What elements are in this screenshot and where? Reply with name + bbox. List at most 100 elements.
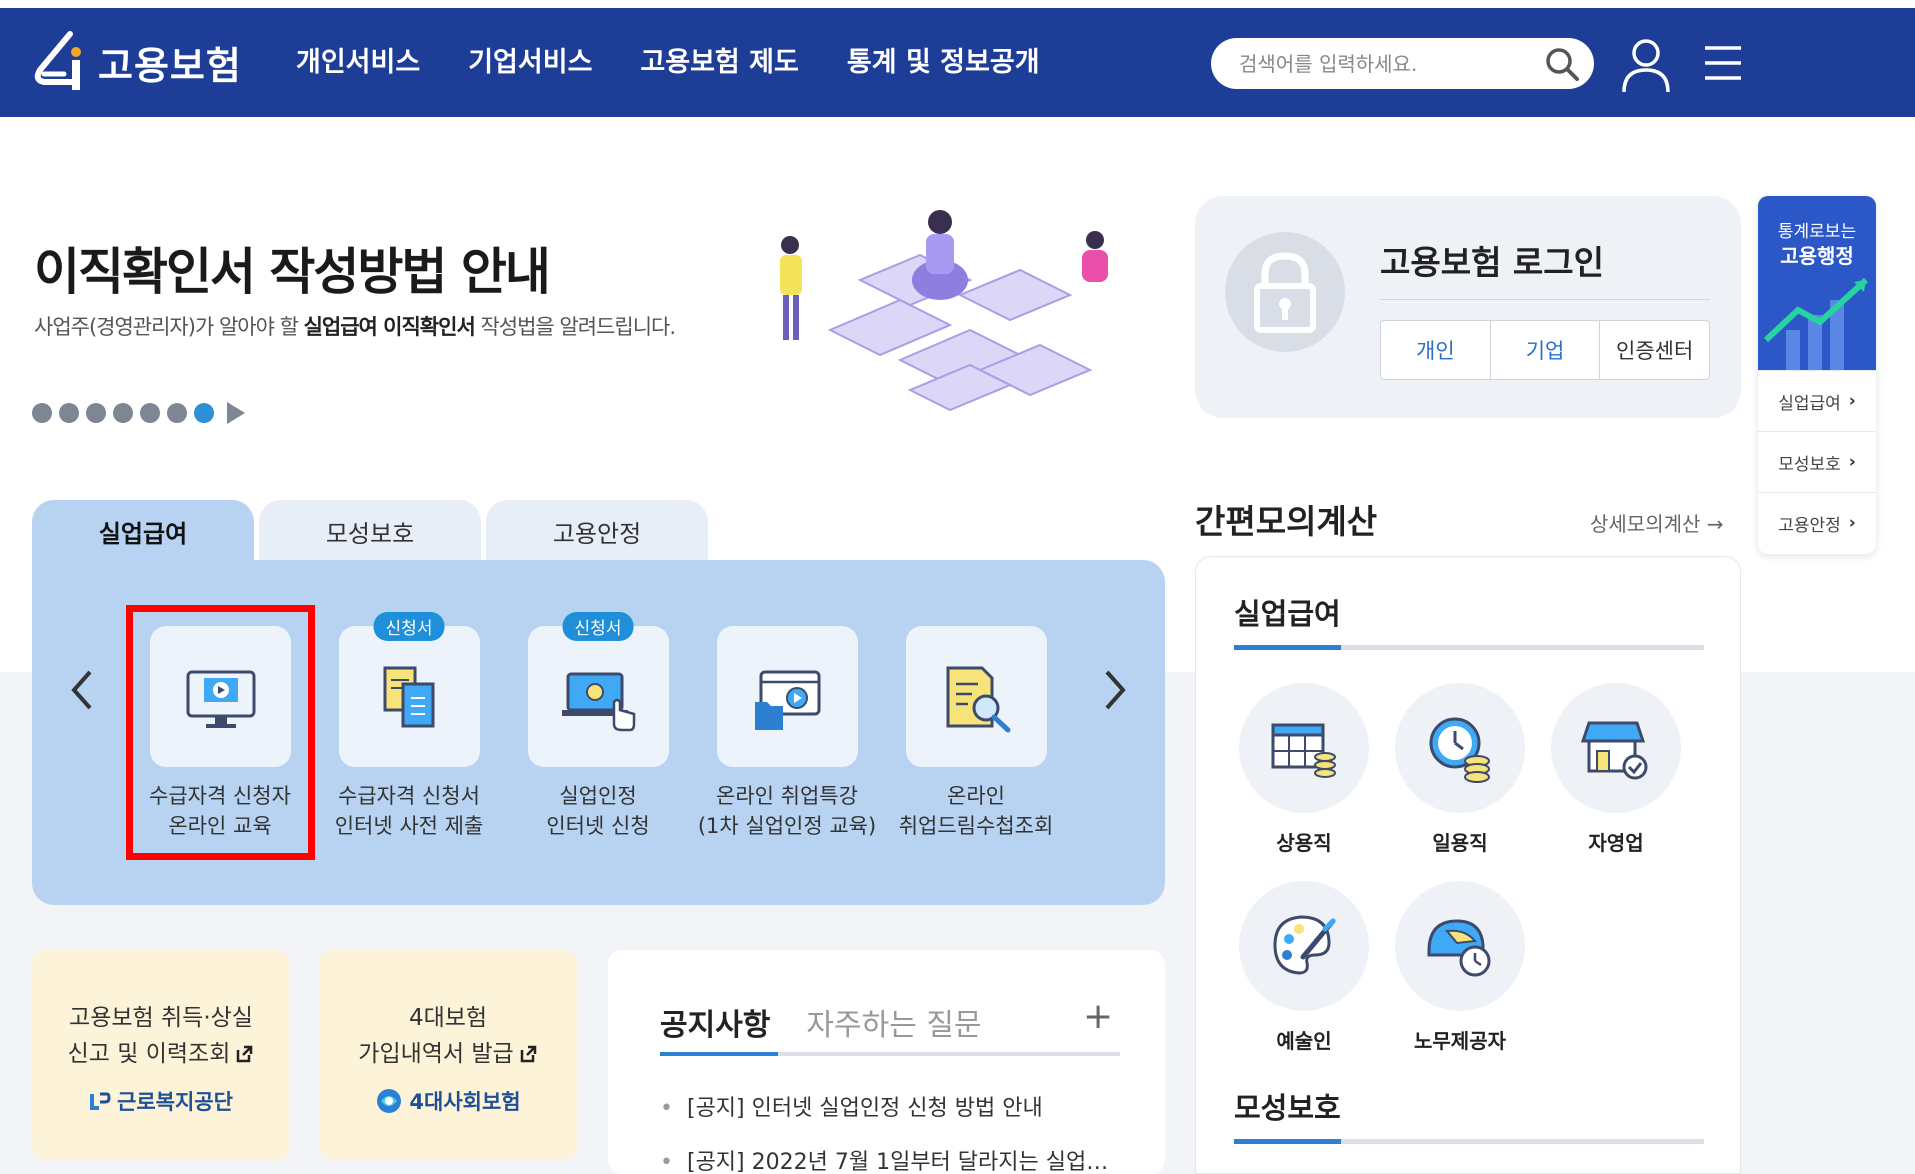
tab-faq[interactable]: 자주하는 질문 — [806, 1000, 981, 1044]
notice-item[interactable]: [공지] 인터넷 실업인정 신청 방법 안내 — [660, 1090, 1120, 1122]
service-label: 실업인정 인터넷 신청 — [503, 781, 693, 841]
chevron-right-icon[interactable] — [1095, 660, 1135, 720]
service-unemployment-recognition[interactable]: 신청서 실업인정 인터넷 신청 — [503, 612, 693, 841]
play-icon[interactable] — [227, 402, 245, 424]
calc-underline-active — [1234, 645, 1341, 650]
calc-circle — [1395, 881, 1525, 1011]
calc-circle — [1551, 683, 1681, 813]
banner-title[interactable]: 이직확인서 작성방법 안내 — [34, 232, 551, 304]
documents-icon — [383, 666, 434, 728]
calc-item-label: 일용직 — [1432, 831, 1488, 855]
service-online-education[interactable]: 수급자격 신청자 온라인 교육 — [125, 626, 315, 841]
chevron-left-icon[interactable] — [62, 660, 102, 720]
tab-unemployment[interactable]: 실업급여 — [32, 500, 254, 562]
calc-circle — [1395, 683, 1525, 813]
more-plus-icon[interactable]: + — [1083, 996, 1113, 1037]
card-line1: 고용보험 취득·상실 — [69, 1005, 253, 1031]
stats-title-line1: 통계로보는 — [1777, 222, 1857, 242]
banner-dot-6[interactable] — [167, 403, 187, 423]
login-personal-button[interactable]: 개인 — [1381, 321, 1491, 379]
stats-title-line2: 고용행정 — [1780, 244, 1854, 268]
card-line1: 4대보험 — [408, 1005, 488, 1031]
document-search-icon — [946, 666, 1010, 733]
calc-regular-worker[interactable]: 상용직 — [1234, 683, 1374, 856]
nav-personal-services[interactable]: 개인서비스 — [296, 40, 420, 79]
tab-notice[interactable]: 공지사항 — [660, 1000, 770, 1044]
search-box — [1211, 38, 1594, 89]
login-buttons: 개인 기업 인증센터 — [1380, 320, 1710, 380]
calc-underline-active — [1234, 1139, 1341, 1144]
chart-rising-icon — [1763, 277, 1869, 370]
stats-item-label: 모성보호 — [1778, 454, 1841, 475]
notice-list: [공지] 인터넷 실업인정 신청 방법 안내 [공지] 2022년 7월 1일부… — [660, 1090, 1120, 1174]
menu-icon[interactable] — [1703, 44, 1743, 82]
stats-banner[interactable]: 통계로보는 고용행정 — [1758, 196, 1876, 370]
calc-labor-provider[interactable]: 노무제공자 — [1390, 881, 1530, 1054]
service-label-line2: 인터넷 사전 제출 — [334, 814, 484, 838]
clock-coins-icon — [1429, 717, 1490, 783]
search-input[interactable] — [1239, 38, 1539, 89]
login-panel: 고용보험 로그인 개인 기업 인증센터 — [1195, 196, 1741, 418]
calc-self-employed[interactable]: 자영업 — [1546, 683, 1686, 856]
laptop-click-icon — [561, 672, 635, 732]
monitor-play-icon — [186, 670, 255, 728]
logo[interactable]: 고용보험 — [30, 28, 242, 96]
service-label-line1: 온라인 — [947, 784, 1005, 808]
service-label-line1: 수급자격 신청서 — [338, 784, 480, 808]
user-icon[interactable] — [1620, 36, 1672, 94]
service-card: 신청서 — [527, 612, 669, 767]
calc-circle — [1239, 881, 1369, 1011]
tab-maternity[interactable]: 모성보호 — [259, 500, 481, 562]
banner-dot-3[interactable] — [86, 403, 106, 423]
banner-dot-7[interactable] — [194, 403, 214, 423]
service-card — [905, 626, 1047, 767]
login-business-button[interactable]: 기업 — [1491, 321, 1601, 379]
banner-dot-1[interactable] — [32, 403, 52, 423]
calc-item-label: 노무제공자 — [1414, 1029, 1506, 1053]
calc-section-underline — [1234, 645, 1704, 650]
arrow-right-icon: → — [1706, 512, 1724, 536]
service-label-line2: 온라인 교육 — [168, 814, 272, 838]
service-card — [149, 626, 291, 767]
service-online-lecture[interactable]: 온라인 취업특강 (1차 실업인정 교육) — [692, 626, 882, 841]
calc-daily-worker[interactable]: 일용직 — [1390, 683, 1530, 856]
banner-dot-4[interactable] — [113, 403, 133, 423]
notice-item[interactable]: [공지] 2022년 7월 1일부터 달라지는 실업인… — [660, 1144, 1120, 1174]
service-tabs: 실업급여 모성보호 고용안정 — [32, 500, 708, 562]
card-line2: 가입내역서 발급 — [358, 1041, 514, 1067]
banner-dot-5[interactable] — [140, 403, 160, 423]
service-pre-submission[interactable]: 신청서 수급자격 신청서 인터넷 사전 제출 — [314, 612, 504, 841]
service-label-line1: 수급자격 신청자 — [149, 784, 291, 808]
calc-item-label: 상용직 — [1276, 831, 1332, 855]
main-nav: 개인서비스 기업서비스 고용보험 제도 통계 및 정보공개 — [296, 40, 1040, 79]
service-card — [716, 626, 858, 767]
service-label: 수급자격 신청서 인터넷 사전 제출 — [314, 781, 504, 841]
service-tab-panel: 수급자격 신청자 온라인 교육 신청서 수급자격 신청서 인터넷 사전 제출 신… — [32, 560, 1165, 905]
nav-insurance-system[interactable]: 고용보험 제도 — [640, 40, 798, 79]
banner-dot-2[interactable] — [59, 403, 79, 423]
service-card: 신청서 — [338, 612, 480, 767]
calc-section-maternity: 모성보호 — [1234, 1091, 1341, 1125]
card-4major-insurance[interactable]: 4대보험 가입내역서 발급 4대사회보험 — [319, 950, 577, 1160]
service-label-line1: 온라인 취업특강 — [716, 784, 858, 808]
tab-stability[interactable]: 고용안정 — [486, 500, 708, 562]
stats-banner-title: 통계로보는 고용행정 — [1758, 220, 1876, 268]
kcomwel-logo-icon — [90, 1092, 111, 1110]
stats-item-stability[interactable]: 고용안정 › — [1758, 492, 1876, 553]
service-job-dream-notebook[interactable]: 온라인 취업드림수첩조회 — [881, 626, 1071, 841]
search-icon[interactable] — [1544, 46, 1580, 82]
banner-pagination — [32, 402, 245, 424]
calc-artist[interactable]: 예술인 — [1234, 881, 1374, 1054]
card-insurance-history[interactable]: 고용보험 취득·상실 신고 및 이력조회 근로복지공단 — [32, 950, 290, 1160]
notice-tabs: 공지사항 자주하는 질문 — [660, 1000, 982, 1044]
detail-calc-link[interactable]: 상세모의계산 → — [1590, 508, 1724, 537]
login-cert-center-button[interactable]: 인증센터 — [1600, 321, 1709, 379]
logo-text: 고용보험 — [98, 43, 242, 88]
stats-item-unemployment[interactable]: 실업급여 › — [1758, 370, 1876, 431]
nav-statistics[interactable]: 통계 및 정보공개 — [847, 40, 1040, 79]
service-label-line1: 실업인정 — [559, 784, 637, 808]
calc-section-unemployment: 실업급여 — [1234, 597, 1341, 631]
stats-item-maternity[interactable]: 모성보호 › — [1758, 431, 1876, 492]
banner-subtitle-bold: 실업급여 이직확인서 — [303, 315, 476, 339]
nav-business-services[interactable]: 기업서비스 — [468, 40, 592, 79]
